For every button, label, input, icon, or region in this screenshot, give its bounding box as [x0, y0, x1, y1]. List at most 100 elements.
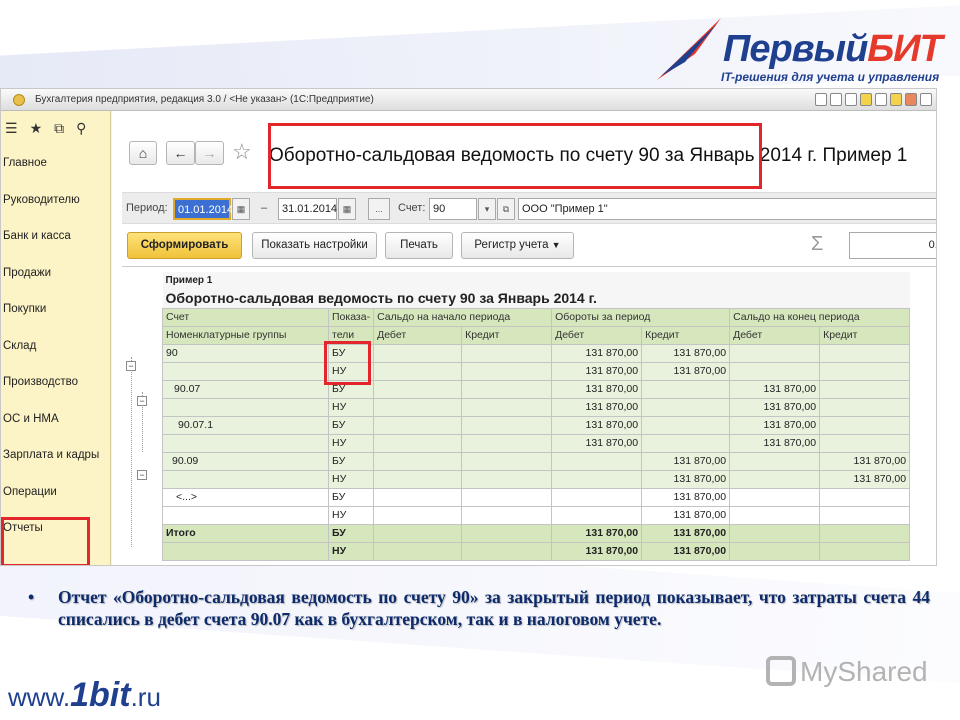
sidebar-item-operations[interactable]: Операции — [1, 474, 110, 511]
row-opening-debit — [373, 541, 463, 561]
account-dropdown-icon[interactable]: ▾ — [478, 198, 496, 220]
menu-icon[interactable]: ☰ — [5, 120, 18, 137]
row-indicator: БУ — [327, 415, 375, 435]
row-closing-credit — [819, 505, 911, 525]
table-row[interactable]: <...> БУ 131 870,00 — [162, 487, 911, 507]
header-opening: Сальдо на начало периода — [373, 307, 553, 327]
brand-logo: ПервыйБИТ IT-решения для учета и управле… — [655, 14, 955, 86]
table-row[interactable]: Итого БУ 131 870,00 131 870,00 — [162, 523, 911, 543]
star-icon[interactable]: ★ — [30, 120, 43, 137]
table-row[interactable]: 90 БУ 131 870,00 131 870,00 — [162, 343, 911, 363]
sidebar-item-main[interactable]: Главное — [1, 145, 110, 182]
forward-button[interactable]: → — [195, 141, 224, 165]
home-button[interactable]: ⌂ — [129, 141, 157, 165]
preview-icon[interactable] — [845, 93, 857, 106]
row-opening-credit — [461, 415, 553, 435]
row-closing-credit — [819, 397, 911, 417]
print-button[interactable]: Печать — [385, 232, 453, 259]
date-from-input[interactable]: 01.01.2014 — [173, 198, 233, 220]
row-opening-debit — [373, 505, 463, 525]
favorites-icon[interactable] — [860, 93, 872, 106]
table-row[interactable]: НУ 131 870,00 131 870,00 — [162, 469, 911, 489]
row-opening-credit — [461, 505, 553, 525]
show-settings-button[interactable]: Показать настройки — [252, 232, 377, 259]
sum-field[interactable]: 0,00 — [849, 232, 936, 259]
print-icon[interactable] — [830, 93, 842, 106]
sidebar-item-assets[interactable]: ОС и НМА — [1, 401, 110, 438]
table-row[interactable]: НУ 131 870,00 131 870,00 — [162, 397, 911, 417]
tree-controls: − − − — [126, 267, 166, 565]
favorite-star-icon[interactable]: ☆ — [232, 139, 252, 165]
date-to-calendar-icon[interactable]: ▦ — [338, 198, 356, 220]
row-indicator: БУ — [327, 523, 375, 543]
row-turnover-credit — [641, 415, 731, 435]
sidebar-item-bank[interactable]: Банк и касса — [1, 218, 110, 255]
header-credit: Кредит — [819, 325, 911, 345]
info-icon[interactable] — [920, 93, 932, 106]
account-input[interactable]: 90 — [429, 198, 477, 220]
row-indicator: НУ — [327, 541, 375, 561]
row-account — [162, 361, 329, 381]
sidebar-item-reports[interactable]: Отчеты — [1, 510, 110, 547]
header-indicator-2: тели — [327, 325, 375, 345]
row-turnover-debit: 131 870,00 — [551, 379, 643, 399]
calendar-icon[interactable] — [905, 93, 917, 106]
row-closing-debit — [729, 451, 821, 471]
row-closing-credit — [819, 343, 911, 363]
report-title: Оборотно-сальдовая ведомость по счету 90… — [269, 145, 908, 166]
table-row[interactable]: 90.07.1 БУ 131 870,00 131 870,00 — [162, 415, 911, 435]
table-row[interactable]: НУ 131 870,00 131 870,00 — [162, 433, 911, 453]
row-closing-debit: 131 870,00 — [729, 415, 821, 435]
table-row[interactable]: НУ 131 870,00 — [162, 505, 911, 525]
row-closing-credit — [819, 487, 911, 507]
row-opening-debit — [373, 433, 463, 453]
organization-input[interactable]: ООО "Пример 1" — [518, 198, 936, 220]
row-closing-debit: 131 870,00 — [729, 433, 821, 453]
collapse-90-09-icon[interactable]: − — [137, 470, 147, 480]
account-open-icon[interactable]: ⧉ — [497, 198, 515, 220]
table-row[interactable]: 90.07 БУ 131 870,00 131 870,00 — [162, 379, 911, 399]
sidebar-item-manager[interactable]: Руководителю — [1, 182, 110, 219]
row-opening-credit — [461, 469, 553, 489]
table-row[interactable]: НУ 131 870,00 131 870,00 — [162, 361, 911, 381]
table-row[interactable]: НУ 131 870,00 131 870,00 — [162, 541, 911, 561]
back-button[interactable]: ← — [166, 141, 195, 165]
account-register-button[interactable]: Регистр учета ▼ — [461, 232, 574, 259]
row-account — [162, 505, 329, 525]
date-to-input[interactable]: 31.01.2014 — [278, 198, 337, 220]
sidebar-tools: ☰ ★ ⧉ ⚲ — [1, 111, 110, 145]
row-indicator: НУ — [327, 469, 375, 489]
calculator-icon[interactable] — [890, 93, 902, 106]
history-icon[interactable]: ⧉ — [54, 120, 64, 137]
row-closing-credit — [819, 433, 911, 453]
sidebar-item-purchases[interactable]: Покупки — [1, 291, 110, 328]
header-nomenclature: Номенклатурные группы — [162, 325, 329, 345]
history-icon[interactable] — [875, 93, 887, 106]
row-opening-debit — [373, 469, 463, 489]
chevron-down-icon: ▼ — [551, 240, 561, 250]
save-icon[interactable] — [815, 93, 827, 106]
row-indicator: БУ — [327, 343, 375, 363]
caption-bullet: • — [28, 587, 35, 607]
table-row[interactable]: 90.09 БУ 131 870,00 131 870,00 — [162, 451, 911, 471]
site-url[interactable]: www.1bit.ru — [8, 676, 161, 715]
window-titlebar: Бухгалтерия предприятия, редакция 3.0 / … — [1, 89, 936, 111]
date-from-calendar-icon[interactable]: ▦ — [232, 198, 250, 220]
row-turnover-credit — [641, 397, 731, 417]
row-turnover-debit: 131 870,00 — [551, 433, 643, 453]
generate-button[interactable]: Сформировать — [127, 232, 242, 259]
window-toolbar — [815, 93, 932, 106]
row-opening-debit — [373, 397, 463, 417]
period-select-button[interactable]: ... — [368, 198, 390, 220]
row-turnover-debit: 131 870,00 — [551, 397, 643, 417]
sidebar-item-warehouse[interactable]: Склад — [1, 328, 110, 365]
collapse-90-icon[interactable]: − — [126, 361, 136, 371]
sidebar-item-payroll[interactable]: Зарплата и кадры — [1, 437, 110, 474]
sidebar-item-sales[interactable]: Продажи — [1, 255, 110, 292]
action-toolbar: Сформировать Показать настройки Печать Р… — [122, 232, 936, 260]
header-row: Номенклатурные группы тели Дебет Кредит … — [162, 325, 911, 345]
search-icon[interactable]: ⚲ — [76, 120, 86, 137]
sidebar-item-production[interactable]: Производство — [1, 364, 110, 401]
collapse-90-07-icon[interactable]: − — [137, 396, 147, 406]
row-opening-credit — [461, 343, 553, 363]
